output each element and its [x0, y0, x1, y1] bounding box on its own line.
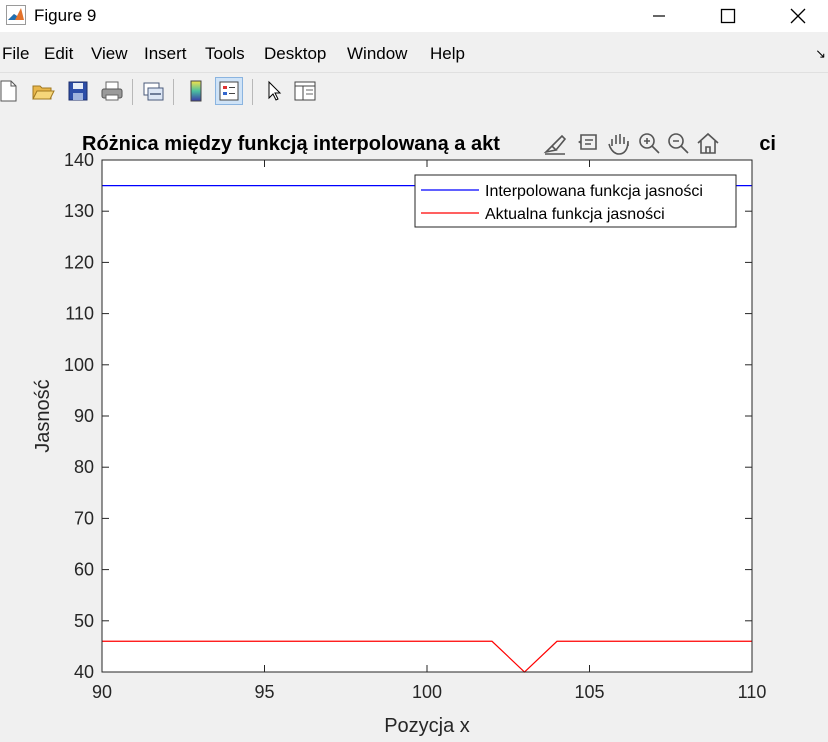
print-icon: [101, 81, 123, 101]
y-tick-label: 120: [64, 252, 94, 272]
y-tick-label: 50: [74, 611, 94, 631]
y-tick-label: 90: [74, 406, 94, 426]
link-plot-icon: [143, 82, 164, 101]
plot-area: [102, 160, 752, 672]
line-chart: 90 95 100 105 110405060708090100110120130140…: [32, 130, 776, 737]
y-tick-label: 70: [74, 508, 94, 528]
y-tick-label: 60: [74, 560, 94, 580]
y-tick-label: 100: [64, 355, 94, 375]
zoom-out-icon[interactable]: [665, 130, 691, 156]
toolbar-separator: [132, 79, 133, 105]
title-bar: Figure 9: [0, 0, 828, 32]
legend-label-2: Aktualna funkcja jasności: [485, 206, 665, 223]
colorbar-icon: [190, 80, 202, 102]
close-icon: [790, 8, 806, 24]
zoom-in-icon[interactable]: [636, 130, 662, 156]
menu-tools[interactable]: Tools: [205, 44, 245, 64]
menu-file[interactable]: File: [2, 44, 29, 64]
y-tick-label: 40: [74, 662, 94, 682]
edit-plot-button[interactable]: [260, 77, 288, 105]
legend-label-1: Interpolowana funkcja jasności: [485, 183, 703, 200]
print-button[interactable]: [98, 77, 126, 105]
chart-title: Różnica między funkcją interpolowaną a a…: [82, 133, 500, 155]
menu-bar: File Edit View Insert Tools Desktop Wind…: [0, 38, 828, 70]
maximize-icon: [720, 8, 736, 24]
legend-icon: [219, 81, 239, 101]
menu-window[interactable]: Window: [347, 44, 407, 64]
save-button[interactable]: [64, 77, 92, 105]
brush-icon[interactable]: [542, 130, 568, 156]
pan-icon[interactable]: [606, 130, 632, 156]
pointer-icon: [268, 80, 282, 101]
open-file-button[interactable]: [29, 77, 57, 105]
property-inspector-icon: [294, 81, 316, 101]
data-tips-icon[interactable]: [575, 130, 601, 156]
save-icon: [68, 81, 88, 101]
y-tick-label: 110: [65, 304, 94, 324]
colorbar-button[interactable]: [182, 77, 210, 105]
toolbar-separator: [252, 79, 253, 105]
menu-desktop[interactable]: Desktop: [264, 44, 326, 64]
open-file-icon: [32, 85, 55, 100]
x-tick-label: 100: [412, 682, 442, 702]
x-tick-label: 105: [574, 682, 604, 702]
menu-edit[interactable]: Edit: [44, 44, 73, 64]
y-tick-label: 80: [74, 457, 94, 477]
dock-arrow-icon[interactable]: ↘: [815, 46, 826, 62]
maximize-button[interactable]: [705, 0, 751, 32]
figure-toolbar: [0, 72, 828, 111]
chart-title-end: ci: [759, 133, 776, 155]
matlab-logo-icon: [6, 5, 26, 25]
menu-help[interactable]: Help: [430, 44, 465, 64]
legend-button[interactable]: [215, 77, 243, 105]
link-plot-button[interactable]: [139, 77, 167, 105]
window-title: Figure 9: [34, 6, 97, 25]
menu-view[interactable]: View: [91, 44, 128, 64]
x-tick-label: 95: [254, 682, 274, 702]
x-tick-label: 110: [738, 682, 767, 702]
toolbar-separator: [173, 79, 174, 105]
x-axis-label: Pozycja x: [384, 715, 470, 737]
menu-insert[interactable]: Insert: [144, 44, 187, 64]
close-button[interactable]: [775, 0, 821, 32]
y-axis-label: Jasność: [32, 379, 54, 452]
new-figure-icon: [0, 80, 17, 102]
axes-toolbar: [542, 130, 721, 156]
minimize-icon: [653, 15, 665, 17]
figure-canvas: 90 95 100 105 110 40 50 60 70 80 90 100 110 120 130 140…: [0, 110, 828, 737]
minimize-button[interactable]: [636, 0, 682, 32]
x-tick-label: 90: [92, 682, 112, 702]
y-tick-label: 130: [64, 201, 94, 221]
new-figure-button[interactable]: [0, 77, 22, 105]
property-inspector-button[interactable]: [291, 77, 319, 105]
restore-view-icon[interactable]: [695, 130, 721, 156]
